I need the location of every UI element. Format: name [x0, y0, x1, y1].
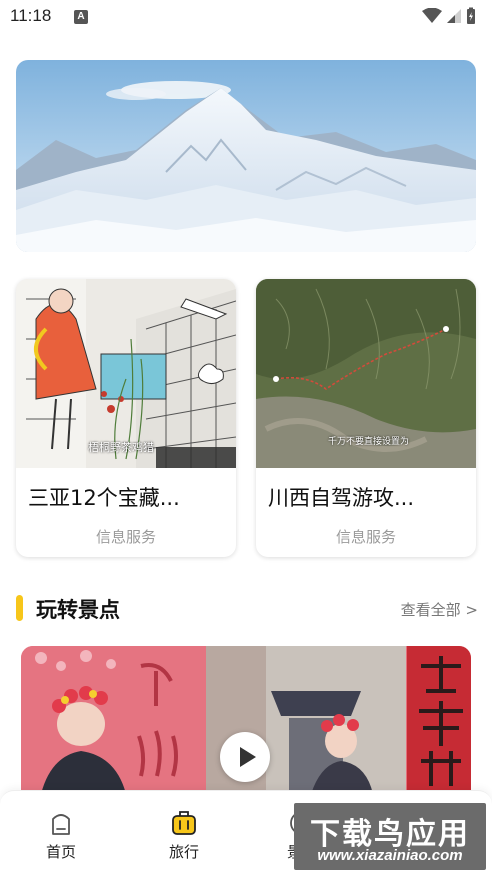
play-button[interactable]	[220, 732, 270, 782]
home-icon	[52, 814, 70, 835]
status-bar: 11:18 A	[0, 0, 492, 34]
signal-icon	[447, 9, 461, 23]
watermark-url: www.xiazainiao.com	[317, 847, 463, 864]
card-image-caption: 梧桐野茶鸡猎	[88, 441, 154, 454]
card-image-caption: 千万不要直接设置为	[328, 437, 410, 447]
card-title: 三亚12个宝藏...	[28, 486, 180, 510]
section-accent-bar	[16, 595, 23, 621]
status-icons	[422, 6, 476, 26]
notification-icon: A	[74, 10, 88, 24]
nav-item-home[interactable]: 首页	[21, 809, 101, 862]
view-all-link[interactable]: 查看全部 >	[401, 599, 478, 620]
card-subtitle: 信息服务	[335, 528, 396, 546]
article-card-chuanxi[interactable]: 千万不要直接设置为 川西自驾游攻... 信息服务	[256, 279, 476, 557]
nav-item-travel[interactable]: 旅行	[144, 809, 224, 862]
article-card-sanya[interactable]: 梧桐野茶鸡猎 三亚12个宝藏... 信息服务	[16, 279, 236, 557]
nav-label: 首页	[45, 843, 76, 861]
wifi-icon	[422, 8, 442, 23]
watermark-logo: 下载鸟应用 www.xiazainiao.com	[294, 803, 486, 870]
banner-image[interactable]	[16, 60, 476, 252]
play-icon	[240, 747, 256, 767]
status-time: 11:18	[10, 6, 52, 25]
nav-label: 旅行	[168, 843, 199, 861]
section-title: 玩转景点	[36, 598, 120, 622]
card-subtitle: 信息服务	[95, 528, 156, 546]
card-title: 川西自驾游攻...	[268, 486, 415, 510]
suitcase-icon	[172, 811, 196, 835]
battery-icon	[467, 7, 475, 24]
